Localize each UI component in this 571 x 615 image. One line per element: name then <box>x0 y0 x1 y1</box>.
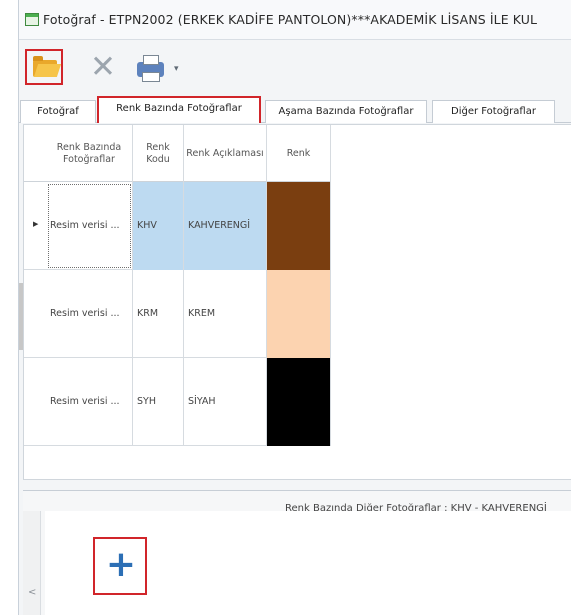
printer-icon <box>137 55 164 82</box>
column-header-color-code[interactable]: Renk Kodu <box>133 125 184 182</box>
plus-icon: + <box>105 544 137 585</box>
color-description-cell[interactable]: KREM <box>184 270 267 358</box>
color-swatch[interactable] <box>267 270 331 358</box>
color-swatch[interactable] <box>267 182 331 270</box>
column-header-color-description[interactable]: Renk Açıklaması <box>184 125 267 182</box>
photo-cell[interactable]: Resim verisi ... <box>46 182 133 270</box>
title-bar: Fotoğraf - ETPN2002 (ERKEK KADİFE PANTOL… <box>19 0 571 40</box>
color-code-cell[interactable]: SYH <box>133 358 184 446</box>
photo-cell[interactable]: Resim verisi ... <box>46 358 133 446</box>
color-description-cell[interactable]: KAHVERENGİ <box>184 182 267 270</box>
color-description-cell[interactable]: SİYAH <box>184 358 267 446</box>
folder-open-icon <box>33 56 57 77</box>
current-row-arrow-icon: ▶ <box>33 220 39 228</box>
delete-x-icon: ✕ <box>90 49 116 85</box>
tab-bar: Fotoğraf Renk Bazında Fotoğraflar Aşama … <box>19 95 571 123</box>
window-title: Fotoğraf - ETPN2002 (ERKEK KADİFE PANTOL… <box>43 12 538 27</box>
chevron-down-icon[interactable]: ▾ <box>174 64 179 74</box>
table-row[interactable]: Resim verisi ... SYH SİYAH <box>24 358 331 446</box>
color-code-cell[interactable]: KHV <box>133 182 184 270</box>
tab-stage-based-photos[interactable]: Aşama Bazında Fotoğraflar <box>265 100 427 123</box>
open-button[interactable] <box>25 49 63 85</box>
photo-window: Fotoğraf - ETPN2002 (ERKEK KADİFE PANTOL… <box>18 0 571 615</box>
tab-photo[interactable]: Fotoğraf <box>20 100 96 123</box>
row-indicator[interactable] <box>24 358 46 446</box>
delete-button[interactable]: ✕ <box>83 49 121 85</box>
grid-header: Renk Bazında Fotoğraflar Renk Kodu Renk … <box>24 125 331 182</box>
table-row[interactable]: ▶ Resim verisi ... KHV KAHVERENGİ <box>24 182 331 270</box>
photo-tile-strip: + <box>45 511 571 615</box>
add-photo-button[interactable]: + <box>93 537 147 595</box>
table-row[interactable]: Resim verisi ... KRM KREM <box>24 270 331 358</box>
scroll-left-button[interactable]: < <box>23 511 41 615</box>
chevron-left-icon: < <box>28 587 37 598</box>
column-header-photos[interactable]: Renk Bazında Fotoğraflar <box>46 125 133 182</box>
color-code-cell[interactable]: KRM <box>133 270 184 358</box>
row-indicator[interactable] <box>24 270 46 358</box>
column-header-color[interactable]: Renk <box>267 125 331 182</box>
color-swatch[interactable] <box>267 358 331 446</box>
row-indicator[interactable]: ▶ <box>24 182 46 270</box>
tab-other-photos[interactable]: Diğer Fotoğraflar <box>432 100 555 123</box>
color-photo-grid: Renk Bazında Fotoğraflar Renk Kodu Renk … <box>23 124 571 480</box>
print-button[interactable]: ▾ <box>131 49 185 85</box>
photo-cell[interactable]: Resim verisi ... <box>46 270 133 358</box>
tab-color-based-photos[interactable]: Renk Bazında Fotoğraflar <box>97 96 261 123</box>
other-photos-panel: Renk Bazında Diğer Fotoğraflar : KHV - K… <box>23 490 571 615</box>
toolbar: ✕ ▾ <box>19 41 571 91</box>
window-app-icon <box>25 13 39 26</box>
